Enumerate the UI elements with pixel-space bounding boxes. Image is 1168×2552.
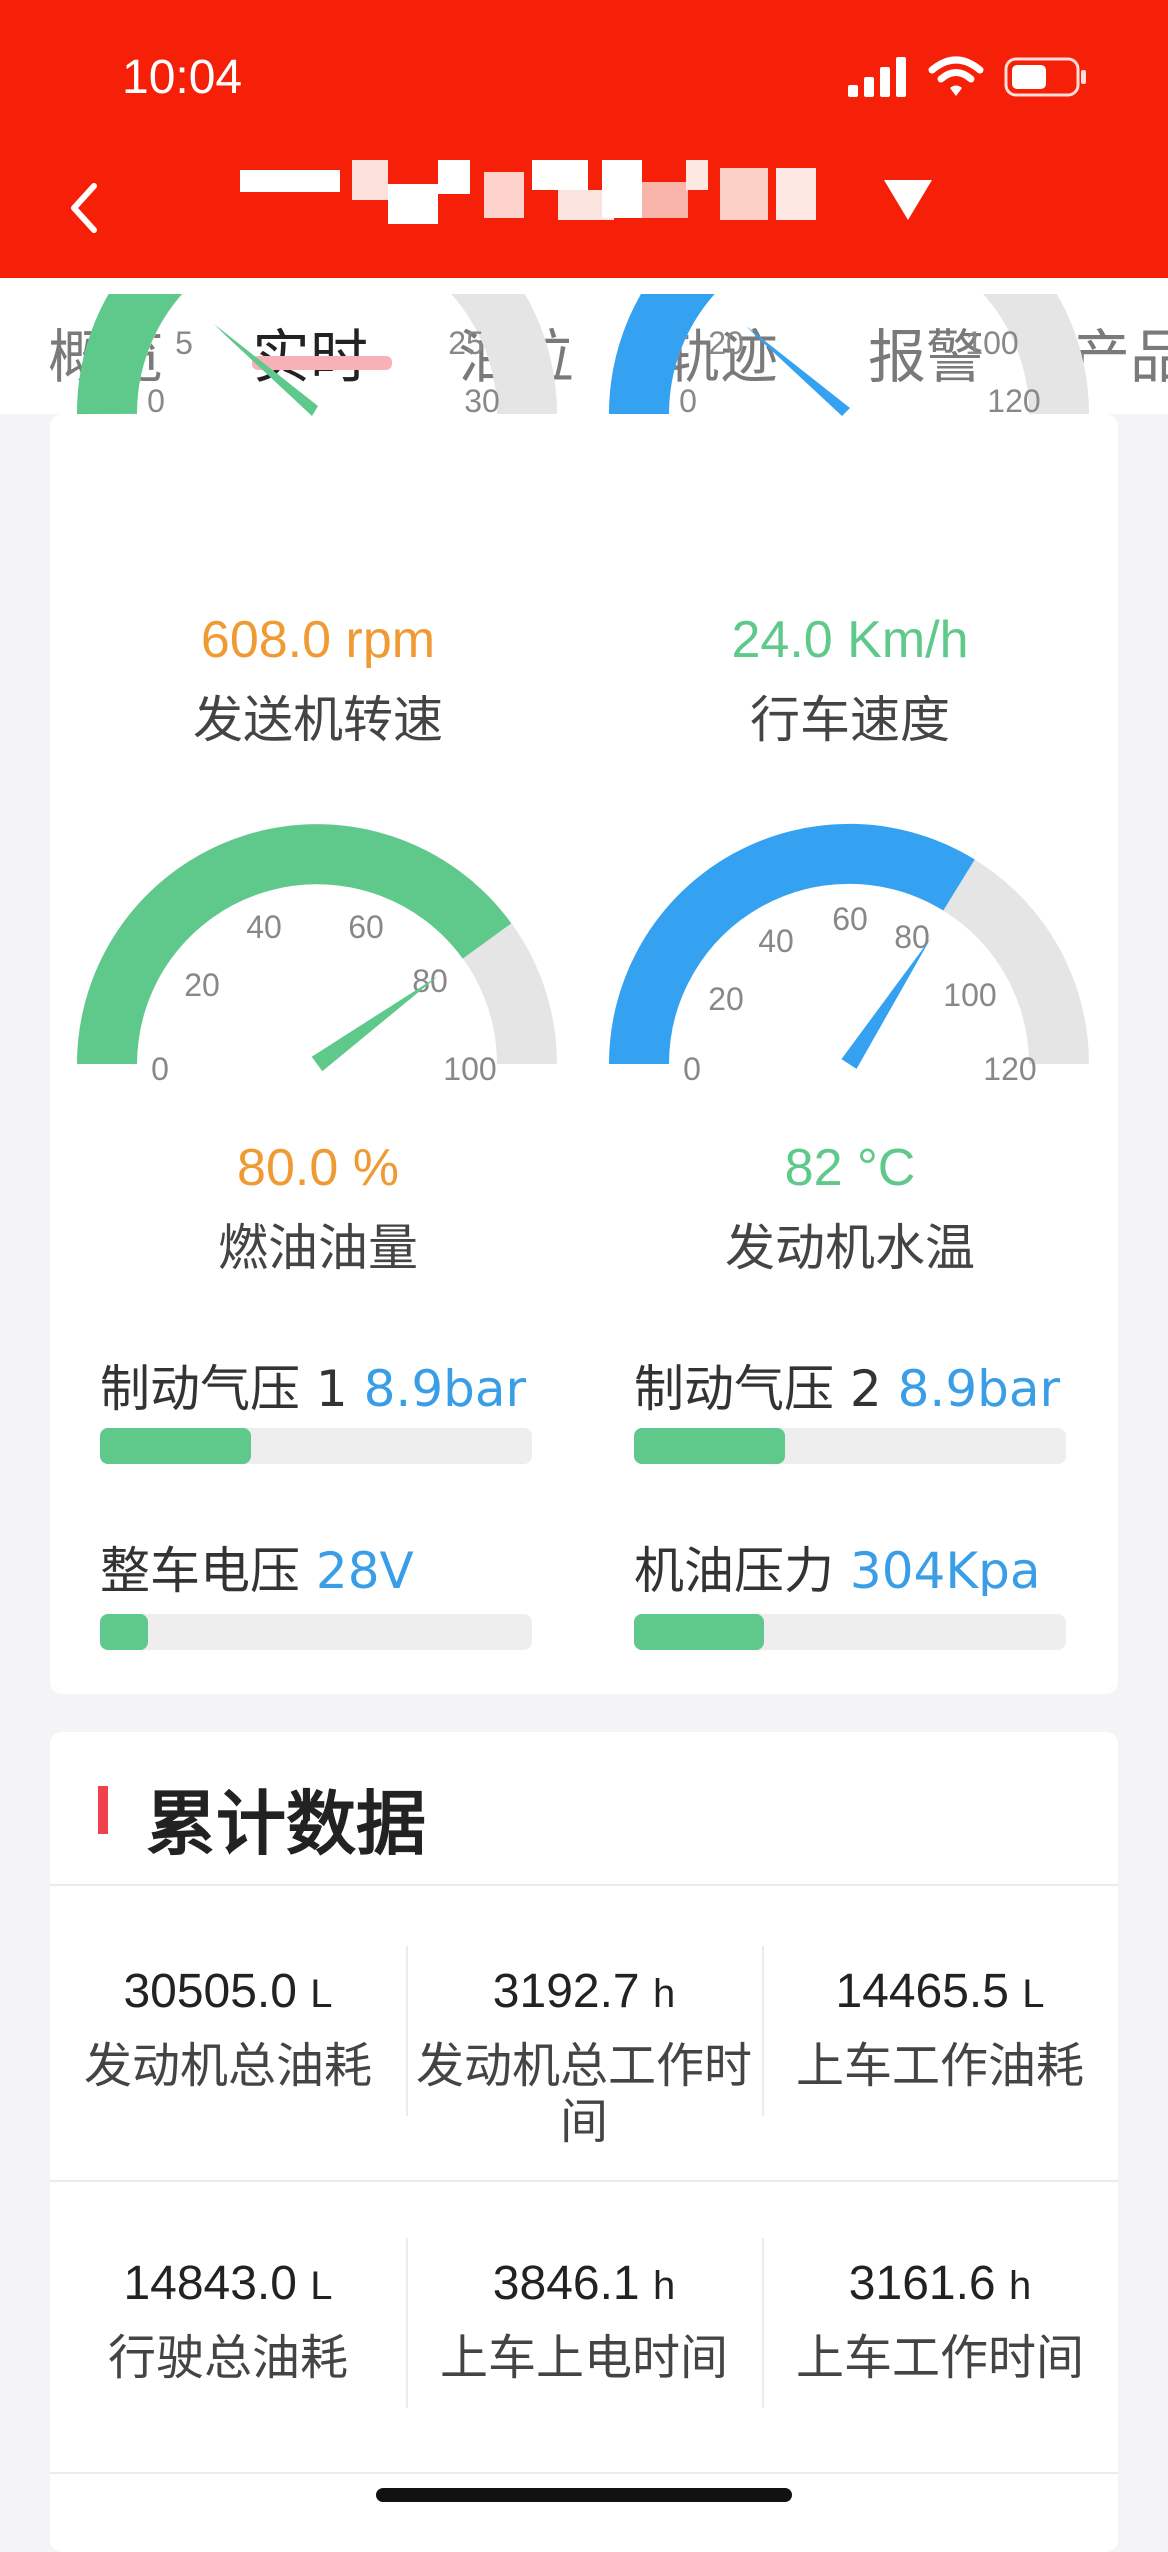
stat-label: 上车工作时间 xyxy=(795,2330,1084,2386)
water-temp-gauge: 0 20 40 60 80 100 120 xyxy=(606,816,1092,1087)
gauge-tick: 100 xyxy=(443,1051,496,1086)
stat-value: 30505.0 L xyxy=(123,1965,333,2018)
status-time: 10:04 xyxy=(122,51,243,104)
oil-pressure-bar xyxy=(634,1614,1066,1650)
fuel-level-label: 燃油油量 xyxy=(218,1219,418,1277)
brake-pressure-1-label: 制动气压 1 8.9bar xyxy=(100,1356,580,1414)
realtime-card: 0 5 25 30 0 20 100 120 608.0 rpm 发送机转速 2… xyxy=(50,294,1118,1694)
divider xyxy=(50,2180,1118,2182)
stat-value: 3161.6 h xyxy=(848,2257,1032,2310)
gauge-tick: 100 xyxy=(943,977,996,1013)
bar-label-text: 制动气压 2 xyxy=(634,1360,882,1414)
bar-fill xyxy=(634,1428,786,1464)
bar-value-text: 8.9bar xyxy=(897,1360,1061,1414)
gauge-tick: 120 xyxy=(987,383,1040,419)
gauge-tick: 40 xyxy=(246,909,282,945)
gauge-tick: 80 xyxy=(412,963,448,999)
brake-pressure-1-bar xyxy=(100,1428,532,1464)
gauge-tick: 120 xyxy=(983,1051,1036,1086)
oil-pressure-label: 机油压力 304Kpa xyxy=(634,1538,1114,1596)
signal-icon xyxy=(848,57,906,97)
stat-label: 上车工作油耗 xyxy=(795,2038,1084,2094)
temp-needle xyxy=(841,938,931,1069)
engine-speed-gauge: 0 5 25 30 xyxy=(74,294,560,554)
gauge-tick: 60 xyxy=(832,901,868,937)
bar-label-text: 制动气压 1 xyxy=(100,1360,348,1414)
gauge-tick: 0 xyxy=(679,383,697,419)
stat-label: 行驶总油耗 xyxy=(107,2330,348,2386)
battery-icon xyxy=(1004,57,1086,97)
water-temp-value: 82 °C xyxy=(784,1139,916,1197)
bar-value-text: 8.9bar xyxy=(363,1360,527,1414)
stat-value: 14465.5 L xyxy=(835,1965,1045,2018)
fuel-level-gauge: 0 20 40 60 80 100 xyxy=(74,816,560,1087)
section-title: 累计数据 xyxy=(146,1783,426,1865)
bar-fill xyxy=(100,1428,252,1464)
stat-label: 发动机总油耗 xyxy=(83,2038,372,2094)
home-indicator[interactable] xyxy=(376,2488,792,2502)
bar-fill xyxy=(100,1614,148,1650)
gauge-tick: 30 xyxy=(464,383,500,419)
engine-speed-label: 发送机转速 xyxy=(193,691,443,749)
gauge-tick: 20 xyxy=(708,325,744,361)
gauge-tick: 25 xyxy=(448,325,484,361)
gauge-tick: 100 xyxy=(965,325,1018,361)
fuel-needle xyxy=(311,975,439,1072)
bar-value-text: 28V xyxy=(315,1542,414,1596)
redacted-title-mosaic xyxy=(240,160,816,224)
bar-label-text: 机油压力 xyxy=(634,1542,834,1596)
cumulative-data-card: 累计数据 30505.0 L 发动机总油耗 3192.7 h 发动机总工作时间 … xyxy=(50,1732,1118,2552)
wifi-icon xyxy=(928,56,984,96)
status-icons xyxy=(848,56,1088,98)
divider xyxy=(50,2472,1118,2474)
gauge-tick: 20 xyxy=(708,981,744,1017)
vehicle-speed-value: 24.0 Km/h xyxy=(731,611,969,669)
vehicle-voltage-label: 整车电压 28V xyxy=(100,1538,580,1596)
divider xyxy=(50,1884,1118,1886)
stat-value: 3846.1 h xyxy=(492,2257,676,2310)
brake-pressure-2-bar xyxy=(634,1428,1066,1464)
gauge-tick: 0 xyxy=(147,383,165,419)
gauge-tick: 40 xyxy=(758,923,794,959)
app-header: 10:04 xyxy=(0,0,1168,278)
engine-speed-value: 608.0 rpm xyxy=(200,611,436,669)
gauge-tick: 0 xyxy=(683,1051,701,1086)
stat-label: 发动机总工作时间 xyxy=(415,2038,752,2150)
gauge-tick: 5 xyxy=(175,325,193,361)
bar-value-text: 304Kpa xyxy=(849,1542,1041,1596)
gauge-tick: 20 xyxy=(184,967,220,1003)
water-temp-label: 发动机水温 xyxy=(725,1219,975,1277)
stat-value: 14843.0 L xyxy=(123,2257,333,2310)
device-title-selector[interactable] xyxy=(240,160,932,234)
gauge-tick: 60 xyxy=(348,909,384,945)
gauge-tick: 80 xyxy=(894,919,930,955)
gauge-tick: 0 xyxy=(151,1051,169,1086)
vehicle-speed-label: 行车速度 xyxy=(750,691,950,749)
back-icon[interactable] xyxy=(64,178,104,238)
stat-label: 上车上电时间 xyxy=(439,2330,728,2386)
dropdown-caret-icon xyxy=(884,180,932,220)
section-accent-bar xyxy=(98,1786,108,1834)
stat-value: 3192.7 h xyxy=(492,1965,676,2018)
bar-label-text: 整车电压 xyxy=(100,1542,300,1596)
bar-fill xyxy=(634,1614,764,1650)
vehicle-speed-gauge: 0 20 100 120 xyxy=(606,294,1092,554)
brake-pressure-2-label: 制动气压 2 8.9bar xyxy=(634,1356,1114,1414)
vehicle-voltage-bar xyxy=(100,1614,532,1650)
fuel-level-value: 80.0 % xyxy=(237,1139,399,1197)
